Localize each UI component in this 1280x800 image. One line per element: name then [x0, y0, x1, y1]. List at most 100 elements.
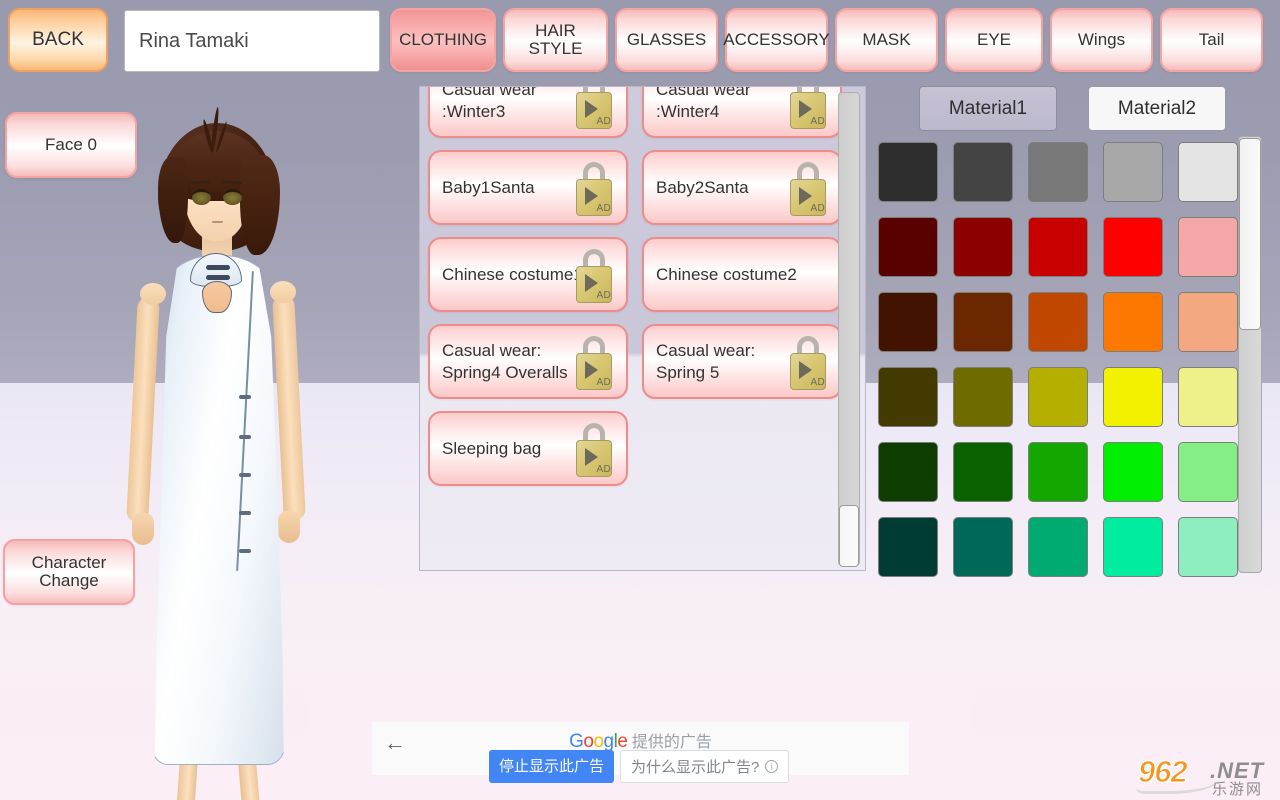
color-swatch[interactable] [1177, 366, 1238, 427]
character-dress-button [239, 511, 251, 515]
character-shoulder-right [270, 281, 296, 303]
character-eye-left [192, 189, 211, 205]
color-swatch-cell [1170, 134, 1245, 209]
ad-lock-icon[interactable]: AD [788, 162, 828, 216]
ad-lock-icon[interactable]: AD [788, 336, 828, 390]
clothing-item[interactable]: Casual wear:Winter4 AD [642, 87, 842, 138]
clothing-item[interactable]: Baby2Santa AD [642, 150, 842, 225]
ad-lock-icon[interactable]: AD [788, 87, 828, 129]
clothing-item[interactable]: Casual wear:Winter3 AD [428, 87, 628, 138]
character-dress-button [239, 395, 251, 399]
color-swatch[interactable] [1027, 441, 1088, 502]
ad-lock-icon[interactable]: AD [574, 336, 614, 390]
color-swatch[interactable] [1027, 291, 1088, 352]
character-name-input[interactable] [124, 10, 380, 72]
ad-lock-icon[interactable]: AD [574, 87, 614, 129]
color-swatch[interactable] [877, 291, 938, 352]
clothing-list-scrollbar[interactable] [838, 92, 860, 567]
color-swatch[interactable] [952, 216, 1013, 277]
clothing-item[interactable]: Chinese costume1 AD [428, 237, 628, 312]
color-swatch[interactable] [1102, 366, 1163, 427]
material-tab-material1[interactable]: Material1 [919, 86, 1057, 131]
face-button[interactable]: Face 0 [5, 112, 137, 178]
color-swatch[interactable] [1102, 291, 1163, 352]
character-change-button[interactable]: Character Change [3, 539, 135, 605]
tab-label: Wings [1077, 29, 1126, 49]
tab-hair-style[interactable]: HAIR STYLE [503, 8, 608, 72]
ad-label: AD [596, 289, 611, 301]
color-swatch[interactable] [1102, 441, 1163, 502]
color-swatch-cell [870, 284, 945, 359]
clothing-item[interactable]: Baby1Santa AD [428, 150, 628, 225]
tab-tail[interactable]: Tail [1160, 8, 1263, 72]
color-swatch-cell [1095, 284, 1170, 359]
color-swatch[interactable] [1027, 516, 1088, 577]
ad-lock-icon[interactable]: AD [574, 249, 614, 303]
color-swatch[interactable] [877, 516, 938, 577]
character-frog-knot [206, 265, 230, 270]
top-toolbar: BACK CLOTHING HAIRSTYLE GLASSES ACCESSORY MA… [0, 0, 1280, 82]
google-logo: Google [569, 731, 628, 752]
color-palette-scrollbar-thumb[interactable] [1239, 138, 1261, 330]
color-swatch[interactable] [1177, 216, 1238, 277]
watermark-number: 962 [1138, 754, 1189, 790]
ad-lock-icon[interactable]: AD [574, 162, 614, 216]
color-swatch-cell [1020, 209, 1095, 284]
color-swatch-cell [1020, 509, 1095, 584]
site-watermark: 962 .NET 乐游网 [1132, 752, 1278, 798]
color-swatch[interactable] [1177, 141, 1238, 202]
color-swatch-cell [1095, 209, 1170, 284]
color-swatch[interactable] [1102, 141, 1163, 202]
tab-clothing[interactable]: CLOTHING [390, 8, 496, 72]
color-swatch-cell [945, 134, 1020, 209]
color-swatch[interactable] [1177, 291, 1238, 352]
tab-wings[interactable]: Wings [1050, 8, 1153, 72]
character-arm-left [126, 296, 160, 523]
color-swatch[interactable] [877, 216, 938, 277]
clothing-item[interactable]: Chinese costume2 [642, 237, 842, 312]
tab-label: HAIR STYLE [528, 20, 583, 58]
color-swatch[interactable] [1102, 516, 1163, 577]
clothing-list-scrollport[interactable]: Casual wear:Winter3 AD Casual wear:Winter4… [420, 87, 848, 570]
stop-showing-ad-button[interactable]: 停止显示此广告 [489, 750, 615, 783]
back-button[interactable]: BACK [8, 8, 108, 72]
color-swatch-cell [945, 359, 1020, 434]
color-swatch[interactable] [952, 366, 1013, 427]
tab-glasses[interactable]: GLASSES [615, 8, 718, 72]
color-swatch[interactable] [952, 516, 1013, 577]
color-palette-scrollbar[interactable] [1238, 136, 1262, 573]
tab-mask[interactable]: MASK [835, 8, 938, 72]
color-swatch[interactable] [877, 141, 938, 202]
color-swatch-cell [945, 434, 1020, 509]
color-swatch[interactable] [952, 291, 1013, 352]
color-swatch[interactable] [877, 366, 938, 427]
color-swatch-cell [1170, 359, 1245, 434]
color-swatch[interactable] [1027, 216, 1088, 277]
tab-label: CLOTHING [399, 29, 487, 49]
material-tab-label: Material1 [948, 97, 1028, 119]
character-mouth [212, 221, 223, 223]
tab-accessory[interactable]: ACCESSORY [723, 8, 830, 72]
clothing-item[interactable]: Sleeping bag AD [428, 411, 628, 486]
color-swatch[interactable] [952, 441, 1013, 502]
color-swatch-cell [870, 509, 945, 584]
color-swatch[interactable] [1177, 441, 1238, 502]
ad-action-buttons: 停止显示此广告 为什么显示此广告? i [489, 750, 790, 783]
tab-eye[interactable]: EYE [945, 8, 1043, 72]
color-swatch-cell [1170, 509, 1245, 584]
color-swatch[interactable] [877, 441, 938, 502]
character-change-label: Character Change [31, 552, 107, 590]
color-swatch[interactable] [1027, 141, 1088, 202]
clothing-item[interactable]: Casual wear: Spring4 Overalls AD [428, 324, 628, 399]
ad-lock-icon[interactable]: AD [574, 423, 614, 477]
character-hand-left [132, 513, 154, 545]
clothing-item[interactable]: Casual wear: Spring 5 AD [642, 324, 842, 399]
color-swatch[interactable] [1102, 216, 1163, 277]
color-palette-panel [866, 134, 1280, 577]
color-swatch[interactable] [1027, 366, 1088, 427]
color-swatch[interactable] [952, 141, 1013, 202]
clothing-list-scrollbar-thumb[interactable] [839, 505, 859, 567]
material-tab-material2[interactable]: Material2 [1088, 86, 1226, 131]
color-swatch[interactable] [1177, 516, 1238, 577]
why-this-ad-button[interactable]: 为什么显示此广告? i [620, 750, 790, 783]
